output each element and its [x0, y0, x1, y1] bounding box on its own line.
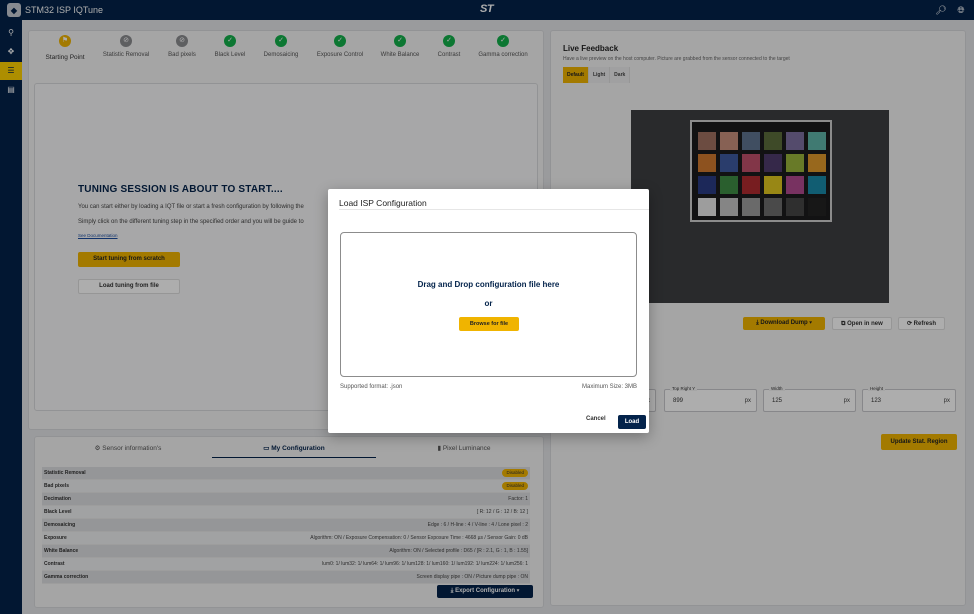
load-isp-configuration-dialog: Load ISP Configuration Drag and Drop con…: [328, 189, 649, 433]
cancel-button[interactable]: Cancel: [586, 416, 606, 422]
dropzone-title: Drag and Drop configuration file here: [417, 280, 560, 289]
dropzone-or: or: [484, 299, 493, 308]
load-button[interactable]: Load: [618, 415, 646, 429]
divider: [339, 209, 649, 210]
dialog-title: Load ISP Configuration: [339, 198, 427, 208]
max-size-text: Maximum Size: 3MB: [581, 384, 637, 390]
supported-format-text: Supported format: .json: [340, 384, 403, 390]
browse-file-button[interactable]: Browse for file: [459, 317, 519, 331]
file-dropzone[interactable]: Drag and Drop configuration file here or…: [340, 232, 637, 377]
